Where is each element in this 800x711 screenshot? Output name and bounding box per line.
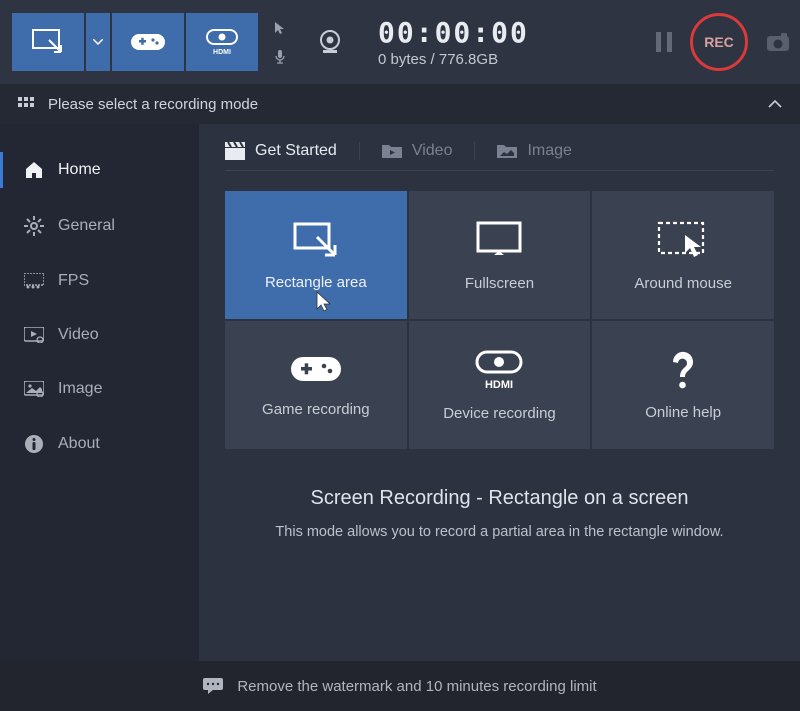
mic-toggle-button[interactable] <box>260 42 300 71</box>
sidebar-item-video[interactable]: Video <box>0 308 199 362</box>
around-mouse-icon <box>655 219 711 261</box>
folder-image-icon <box>497 143 517 159</box>
tab-label: Get Started <box>255 142 337 160</box>
mode-game-button[interactable] <box>112 13 184 71</box>
chevron-down-icon <box>93 39 103 45</box>
sidebar-item-about[interactable]: About <box>0 416 199 472</box>
image-icon <box>24 381 44 397</box>
hdmi-icon: HDMI <box>471 349 527 391</box>
webcam-icon <box>316 29 344 55</box>
top-toolbar: HDMI 00:00:00 0 bytes / 776.8GB <box>0 0 800 84</box>
main-area: Home General FPS <box>0 124 800 661</box>
clapper-icon <box>225 142 245 160</box>
chevron-up-icon <box>768 100 782 108</box>
sidebar-item-label: Video <box>58 326 99 344</box>
chat-icon <box>203 678 223 694</box>
mic-icon <box>273 49 287 65</box>
camera-icon <box>766 32 790 52</box>
mode-select-banner[interactable]: Please select a recording mode <box>0 84 800 124</box>
sidebar-item-label: General <box>58 217 115 235</box>
mode-rectangle-button[interactable] <box>12 13 84 71</box>
record-button[interactable]: REC <box>690 13 748 71</box>
tile-fullscreen[interactable]: Fullscreen <box>409 191 591 319</box>
gamepad-icon <box>131 31 165 53</box>
sidebar-item-image[interactable]: Image <box>0 362 199 416</box>
banner-text: Please select a recording mode <box>48 96 258 113</box>
rectangle-arrow-icon <box>31 28 65 56</box>
sidebar-item-home[interactable]: Home <box>0 142 199 198</box>
record-controls: REC <box>656 13 790 71</box>
tile-online-help[interactable]: Online help <box>592 321 774 449</box>
tabs: Get Started Video Image <box>225 142 774 171</box>
tile-label: Online help <box>645 404 721 421</box>
webcam-toggle-button[interactable] <box>302 13 358 71</box>
mode-hdmi-button[interactable]: HDMI <box>186 13 258 71</box>
gamepad-icon <box>290 353 342 387</box>
sidebar-item-label: Home <box>58 161 101 179</box>
gear-icon <box>24 216 44 236</box>
rectangle-arrow-icon <box>291 220 341 260</box>
tab-video[interactable]: Video <box>360 142 476 160</box>
timer-value: 00:00:00 <box>378 16 529 49</box>
tile-device-recording[interactable]: HDMI Device recording <box>409 321 591 449</box>
footer-banner[interactable]: Remove the watermark and 10 minutes reco… <box>0 661 800 711</box>
home-icon <box>24 160 44 180</box>
folder-play-icon <box>382 143 402 159</box>
record-label: REC <box>704 34 734 50</box>
cursor-icon <box>273 21 287 35</box>
sidebar: Home General FPS <box>0 124 199 661</box>
tile-label: Game recording <box>262 401 370 418</box>
tile-game-recording[interactable]: Game recording <box>225 321 407 449</box>
timer: 00:00:00 0 bytes / 776.8GB <box>378 16 529 68</box>
tile-label: Around mouse <box>634 275 732 292</box>
sidebar-item-general[interactable]: General <box>0 198 199 254</box>
mode-dropdown-button[interactable] <box>86 13 110 71</box>
footer-text: Remove the watermark and 10 minutes reco… <box>237 678 596 695</box>
tab-label: Image <box>527 142 571 160</box>
grid-icon <box>18 97 36 111</box>
sidebar-item-label: Image <box>58 380 102 398</box>
tile-around-mouse[interactable]: Around mouse <box>592 191 774 319</box>
monitor-icon <box>474 219 524 261</box>
mode-extra-column <box>260 13 300 71</box>
tile-label: Fullscreen <box>465 275 534 292</box>
content: Get Started Video Image <box>199 124 800 661</box>
fps-icon <box>24 273 44 289</box>
svg-text:HDMI: HDMI <box>485 379 513 391</box>
tile-label: Rectangle area <box>265 274 367 291</box>
tiles-grid: Rectangle area Fullscreen Around mouse <box>225 191 774 449</box>
mode-buttons: HDMI <box>12 13 358 71</box>
tab-image[interactable]: Image <box>475 142 593 160</box>
description-title: Screen Recording - Rectangle on a screen <box>225 487 774 510</box>
sidebar-item-label: FPS <box>58 272 89 290</box>
video-icon <box>24 327 44 343</box>
sidebar-item-label: About <box>58 435 100 453</box>
tab-label: Video <box>412 142 453 160</box>
size-value: 0 bytes / 776.8GB <box>378 51 529 68</box>
tile-rectangle-area[interactable]: Rectangle area <box>225 191 407 319</box>
tile-label: Device recording <box>443 405 556 422</box>
mouse-cursor-icon <box>315 291 333 313</box>
info-icon <box>24 434 44 454</box>
tab-get-started[interactable]: Get Started <box>225 142 360 160</box>
hdmi-icon: HDMI <box>203 28 241 56</box>
description-body: This mode allows you to record a partial… <box>225 524 774 540</box>
question-icon <box>668 350 698 390</box>
pause-icon <box>656 32 672 52</box>
description: Screen Recording - Rectangle on a screen… <box>225 487 774 540</box>
cursor-toggle-button[interactable] <box>260 13 300 42</box>
sidebar-item-fps[interactable]: FPS <box>0 254 199 308</box>
svg-text:HDMI: HDMI <box>213 49 231 56</box>
